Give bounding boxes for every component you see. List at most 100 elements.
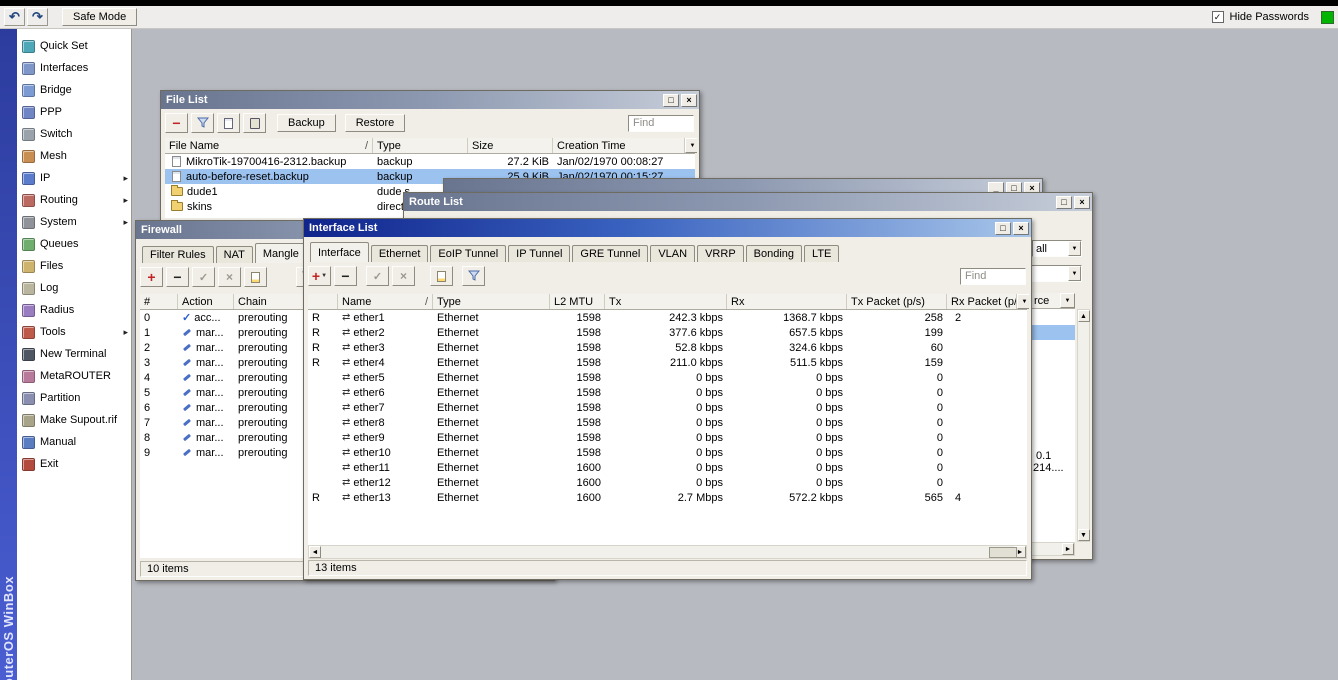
- sidebar-item-ip[interactable]: IP▸: [17, 167, 131, 189]
- column-header-size[interactable]: Size: [468, 138, 553, 153]
- column-header-action[interactable]: Action: [178, 294, 234, 309]
- sidebar-item-partition[interactable]: Partition: [17, 387, 131, 409]
- horizontal-scrollbar[interactable]: ◄ ►: [308, 545, 1027, 559]
- interface-tab-vlan[interactable]: VLAN: [650, 245, 695, 262]
- enable-button[interactable]: ✓: [192, 267, 215, 287]
- interface-row[interactable]: ⇄ether7Ethernet15980 bps0 bps0: [308, 400, 1027, 415]
- add-interface-button[interactable]: +▼: [308, 266, 331, 286]
- disable-button[interactable]: ×: [218, 267, 241, 287]
- interface-row[interactable]: ⇄ether6Ethernet15980 bps0 bps0: [308, 385, 1027, 400]
- undo-button[interactable]: ↶: [4, 8, 25, 26]
- sidebar-item-routing[interactable]: Routing▸: [17, 189, 131, 211]
- interface-row[interactable]: R⇄ether3Ethernet159852.8 kbps324.6 kbps6…: [308, 340, 1027, 355]
- close-button[interactable]: ×: [1074, 196, 1090, 209]
- route-list-titlebar[interactable]: Route List □ ×: [404, 193, 1092, 211]
- close-button[interactable]: ×: [1013, 222, 1029, 235]
- sidebar-item-files[interactable]: Files: [17, 255, 131, 277]
- maximize-button[interactable]: □: [1056, 196, 1072, 209]
- scroll-down-icon[interactable]: ▼: [1078, 529, 1090, 541]
- maximize-button[interactable]: □: [663, 94, 679, 107]
- column-header-flag[interactable]: [308, 294, 338, 309]
- interface-tab-ip-tunnel[interactable]: IP Tunnel: [508, 245, 570, 262]
- copy-button[interactable]: [217, 113, 240, 133]
- interface-row[interactable]: ⇄ether11Ethernet16000 bps0 bps0: [308, 460, 1027, 475]
- sidebar-item-ppp[interactable]: PPP: [17, 101, 131, 123]
- sidebar-item-radius[interactable]: Radius: [17, 299, 131, 321]
- column-select-button[interactable]: ▼: [685, 138, 697, 153]
- find-input[interactable]: [960, 268, 1026, 285]
- remove-interface-button[interactable]: −: [334, 266, 357, 286]
- column-header-rx-packet-p[interactable]: Rx Packet (p/: [947, 294, 1017, 309]
- sidebar-item-manual[interactable]: Manual: [17, 431, 131, 453]
- interface-tab-interface[interactable]: Interface: [310, 242, 369, 262]
- interface-row[interactable]: ⇄ether10Ethernet15980 bps0 bps0: [308, 445, 1027, 460]
- firewall-tab-mangle[interactable]: Mangle: [255, 243, 307, 263]
- sidebar-item-log[interactable]: Log: [17, 277, 131, 299]
- sidebar-item-new-terminal[interactable]: New Terminal: [17, 343, 131, 365]
- sidebar-item-mesh[interactable]: Mesh: [17, 145, 131, 167]
- interface-tab-eoip-tunnel[interactable]: EoIP Tunnel: [430, 245, 506, 262]
- redo-button[interactable]: ↷: [27, 8, 48, 26]
- column-header-type[interactable]: Type: [433, 294, 550, 309]
- close-button[interactable]: ×: [681, 94, 697, 107]
- column-select-button[interactable]: ▼: [1060, 293, 1075, 308]
- sidebar-item-bridge[interactable]: Bridge: [17, 79, 131, 101]
- find-input[interactable]: [628, 115, 694, 132]
- maximize-button[interactable]: □: [995, 222, 1011, 235]
- hide-passwords-checkbox[interactable]: ✓: [1212, 11, 1224, 23]
- filter-button[interactable]: [191, 113, 214, 133]
- remove-rule-button[interactable]: −: [166, 267, 189, 287]
- filter-button[interactable]: [462, 266, 485, 286]
- column-header-creation-time[interactable]: Creation Time: [553, 138, 685, 153]
- sidebar-item-exit[interactable]: Exit: [17, 453, 131, 475]
- firewall-tab-nat[interactable]: NAT: [216, 246, 253, 263]
- column-header-tx[interactable]: Tx: [605, 294, 727, 309]
- remove-file-button[interactable]: −: [165, 113, 188, 133]
- interface-list-titlebar[interactable]: Interface List □ ×: [304, 219, 1031, 237]
- column-header-name[interactable]: Name/: [338, 294, 433, 309]
- sidebar-item-make-supout-rif[interactable]: Make Supout.rif: [17, 409, 131, 431]
- column-header-rx[interactable]: Rx: [727, 294, 847, 309]
- interface-tab-lte[interactable]: LTE: [804, 245, 839, 262]
- sidebar-item-tools[interactable]: Tools▸: [17, 321, 131, 343]
- comment-button[interactable]: [430, 266, 453, 286]
- vertical-scrollbar[interactable]: ▲ ▼: [1077, 309, 1090, 542]
- scroll-up-icon[interactable]: ▲: [1078, 310, 1090, 322]
- interface-row[interactable]: ⇄ether9Ethernet15980 bps0 bps0: [308, 430, 1027, 445]
- column-header-l2-mtu[interactable]: L2 MTU: [550, 294, 605, 309]
- route-filter-select[interactable]: all ▼: [1032, 240, 1082, 257]
- file-list-titlebar[interactable]: File List □ ×: [161, 91, 699, 109]
- column-header-type[interactable]: Type: [373, 138, 468, 153]
- firewall-tab-filter-rules[interactable]: Filter Rules: [142, 246, 214, 263]
- enable-button[interactable]: ✓: [366, 266, 389, 286]
- scroll-left-icon[interactable]: ◄: [309, 546, 321, 558]
- add-rule-button[interactable]: +: [140, 267, 163, 287]
- paste-button[interactable]: [243, 113, 266, 133]
- file-row[interactable]: MikroTik-19700416-2312.backupbackup27.2 …: [165, 154, 695, 169]
- interface-row[interactable]: ⇄ether8Ethernet15980 bps0 bps0: [308, 415, 1027, 430]
- column-header-file-name[interactable]: File Name/: [165, 138, 373, 153]
- interface-row[interactable]: R⇄ether4Ethernet1598211.0 kbps511.5 kbps…: [308, 355, 1027, 370]
- sidebar-item-interfaces[interactable]: Interfaces: [17, 57, 131, 79]
- column-header-flag[interactable]: #: [140, 294, 178, 309]
- sidebar-item-quick-set[interactable]: Quick Set: [17, 35, 131, 57]
- sidebar-item-system[interactable]: System▸: [17, 211, 131, 233]
- safe-mode-button[interactable]: Safe Mode: [62, 8, 137, 26]
- interface-tab-ethernet[interactable]: Ethernet: [371, 245, 429, 262]
- scroll-right-icon[interactable]: ►: [1062, 543, 1074, 555]
- column-select-button[interactable]: ▼: [1017, 294, 1029, 309]
- sidebar-item-metarouter[interactable]: MetaROUTER: [17, 365, 131, 387]
- interface-tab-vrrp[interactable]: VRRP: [697, 245, 744, 262]
- disable-button[interactable]: ×: [392, 266, 415, 286]
- interface-row[interactable]: R⇄ether1Ethernet1598242.3 kbps1368.7 kbp…: [308, 310, 1027, 325]
- restore-button[interactable]: Restore: [345, 114, 406, 132]
- column-header-tx-packet-p-s[interactable]: Tx Packet (p/s): [847, 294, 947, 309]
- sidebar-item-switch[interactable]: Switch: [17, 123, 131, 145]
- interface-row[interactable]: ⇄ether12Ethernet16000 bps0 bps0: [308, 475, 1027, 490]
- interface-row[interactable]: R⇄ether2Ethernet1598377.6 kbps657.5 kbps…: [308, 325, 1027, 340]
- interface-tab-gre-tunnel[interactable]: GRE Tunnel: [572, 245, 648, 262]
- interface-row[interactable]: R⇄ether13Ethernet16002.7 Mbps572.2 kbps5…: [308, 490, 1027, 505]
- interface-tab-bonding[interactable]: Bonding: [746, 245, 802, 262]
- backup-button[interactable]: Backup: [277, 114, 336, 132]
- comment-button[interactable]: [244, 267, 267, 287]
